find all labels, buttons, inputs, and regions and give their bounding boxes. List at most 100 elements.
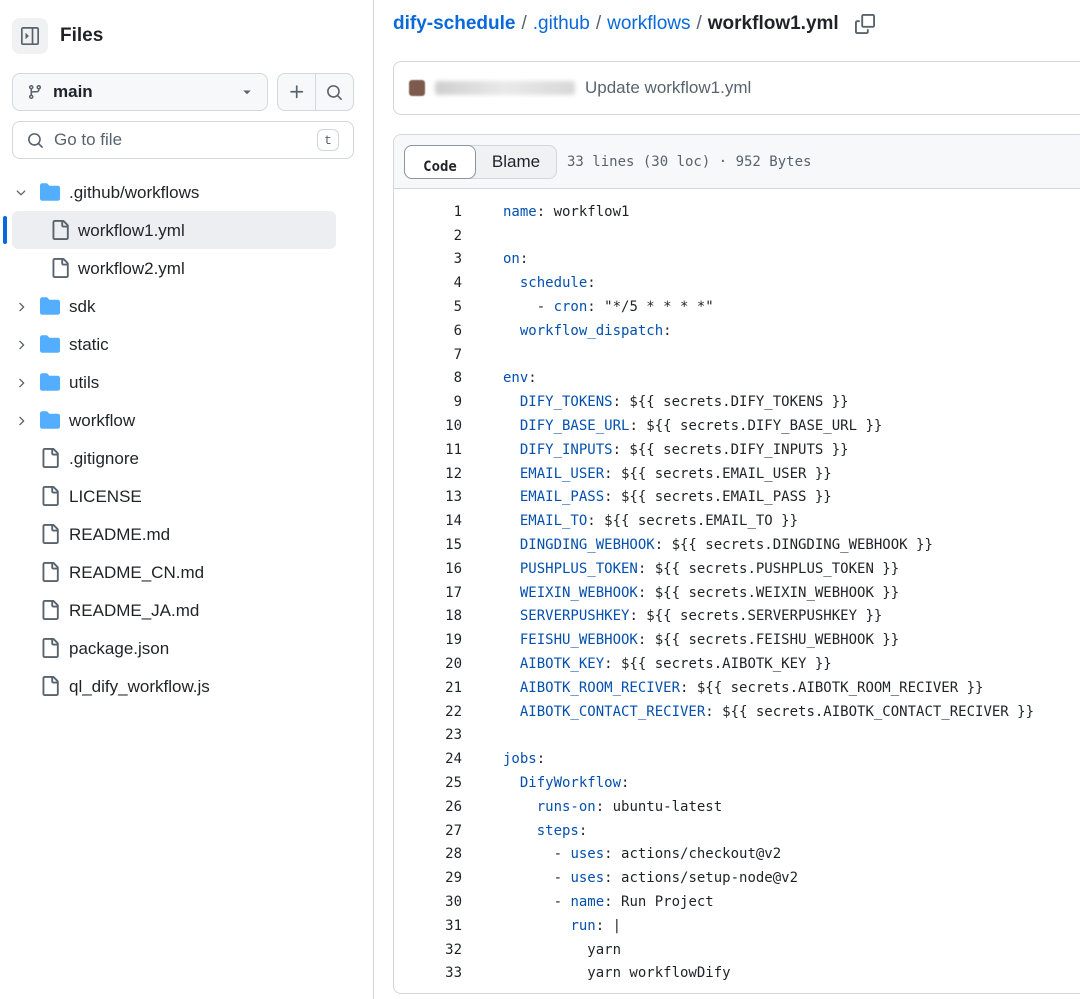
tab-blame[interactable]: Blame [476,146,556,178]
breadcrumb-repo-link[interactable]: dify-schedule [393,13,515,35]
line-number[interactable]: 7 [394,347,462,363]
commit-message-link[interactable]: Update workflow1.yml [585,78,751,98]
line-number[interactable]: 29 [394,870,462,886]
line-number[interactable]: 32 [394,942,462,958]
go-to-file-input[interactable]: Go to file t [12,121,354,159]
line-number[interactable]: 26 [394,799,462,815]
tree-file[interactable]: LICENSE [0,477,373,515]
file-tree-sidebar: Files main Go to file t .github/workflow… [0,0,374,999]
line-number[interactable]: 17 [394,585,462,601]
line-number[interactable]: 4 [394,275,462,291]
tree-item-label: ql_dify_workflow.js [69,677,210,696]
line-content: EMAIL_PASS: ${{ secrets.EMAIL_PASS }} [519,489,832,506]
code-line: 17 WEIXIN_WEBHOOK: ${{ secrets.WEIXIN_WE… [394,581,1080,605]
add-file-button[interactable] [278,74,315,110]
chevron-right-icon[interactable] [14,375,28,389]
line-number[interactable]: 18 [394,608,462,624]
line-number[interactable]: 25 [394,775,462,791]
line-content: AIBOTK_KEY: ${{ secrets.AIBOTK_KEY }} [519,656,832,673]
line-number[interactable]: 12 [394,466,462,482]
line-content: EMAIL_TO: ${{ secrets.EMAIL_TO }} [519,513,799,530]
file-icon [40,486,60,506]
line-number[interactable]: 2 [394,228,462,244]
breadcrumb-workflows-link[interactable]: workflows [607,13,690,35]
line-number[interactable]: 16 [394,561,462,577]
line-number[interactable]: 30 [394,894,462,910]
line-number[interactable]: 24 [394,751,462,767]
line-number[interactable]: 11 [394,442,462,458]
line-content: - uses: actions/checkout@v2 [503,846,782,863]
line-number[interactable]: 13 [394,489,462,505]
code-line: 6 workflow_dispatch: [394,319,1080,343]
code-line: 3 on: [394,248,1080,272]
chevron-right-icon[interactable] [14,337,28,351]
line-number[interactable]: 14 [394,513,462,529]
line-number[interactable]: 20 [394,656,462,672]
line-number[interactable]: 5 [394,299,462,315]
sidebar-header: Files [12,18,103,54]
tree-item-label: package.json [69,639,170,658]
chevron-down-icon[interactable] [14,185,28,199]
file-stats: 33 lines (30 loc) · 952 Bytes [567,153,812,170]
line-number[interactable]: 23 [394,727,462,743]
tree-folder[interactable]: sdk [0,287,373,325]
line-number[interactable]: 3 [394,251,462,267]
file-icon [40,676,60,696]
code-line: 14 EMAIL_TO: ${{ secrets.EMAIL_TO }} [394,509,1080,533]
tree-item-label: workflow1.yml [78,221,185,240]
file-tree: .github/workflows workflow1.yml workflow2.… [0,173,373,705]
chevron-right-icon[interactable] [14,299,28,313]
tree-file[interactable]: .gitignore [0,439,373,477]
avatar[interactable] [409,80,425,96]
line-number[interactable]: 28 [394,846,462,862]
code-line: 10 DIFY_BASE_URL: ${{ secrets.DIFY_BASE_… [394,414,1080,438]
branch-selector-button[interactable]: main [12,73,268,111]
tree-folder[interactable]: utils [0,363,373,401]
line-content: on: [503,251,529,268]
tree-folder[interactable]: workflow [0,401,373,439]
breadcrumb-current-file: workflow1.yml [707,13,839,34]
tree-folder[interactable]: .github/workflows [0,173,373,211]
file-icon [50,258,70,278]
line-number[interactable]: 1 [394,204,462,220]
tree-file[interactable]: package.json [0,629,373,667]
tab-code[interactable]: Code [404,144,476,179]
line-content: run: | [570,917,622,934]
code-line: 8 env: [394,367,1080,391]
line-number[interactable]: 22 [394,704,462,720]
file-icon [40,638,60,658]
go-to-file-placeholder: Go to file [54,130,123,149]
tree-file[interactable]: workflow1.yml [0,211,373,249]
line-number[interactable]: 33 [394,965,462,981]
chevron-right-icon[interactable] [14,413,28,427]
line-number[interactable]: 19 [394,632,462,648]
line-number[interactable]: 9 [394,394,462,410]
line-number[interactable]: 10 [394,418,462,434]
tree-folder[interactable]: static [0,325,373,363]
tree-file[interactable]: README_JA.md [0,591,373,629]
tree-file[interactable]: workflow2.yml [0,249,373,287]
line-number[interactable]: 15 [394,537,462,553]
line-number[interactable]: 31 [394,918,462,934]
tree-file[interactable]: README_CN.md [0,553,373,591]
line-content: FEISHU_WEBHOOK: ${{ secrets.FEISHU_WEBHO… [519,632,900,649]
copy-path-button[interactable] [854,14,875,34]
code-line: 27 steps: [394,819,1080,843]
tree-file[interactable]: README.md [0,515,373,553]
collapse-sidebar-button[interactable] [12,18,48,54]
line-content: EMAIL_USER: ${{ secrets.EMAIL_USER }} [519,465,832,482]
tree-file[interactable]: ql_dify_workflow.js [0,667,373,705]
line-number[interactable]: 8 [394,370,462,386]
search-code-button[interactable] [315,74,353,110]
code-line: 26 runs-on: ubuntu-latest [394,795,1080,819]
code-view[interactable]: 1 name: workflow1 2 3 on: 4 schedule: 5 - cron… [394,189,1080,985]
code-line: 4 schedule: [394,271,1080,295]
line-number[interactable]: 6 [394,323,462,339]
selected-indicator [3,216,7,244]
line-number[interactable]: 21 [394,680,462,696]
code-line: 7 [394,343,1080,367]
code-line: 31 run: | [394,914,1080,938]
breadcrumb-github-link[interactable]: .github [533,13,590,35]
code-line: 9 DIFY_TOKENS: ${{ secrets.DIFY_TOKENS }… [394,390,1080,414]
line-number[interactable]: 27 [394,823,462,839]
